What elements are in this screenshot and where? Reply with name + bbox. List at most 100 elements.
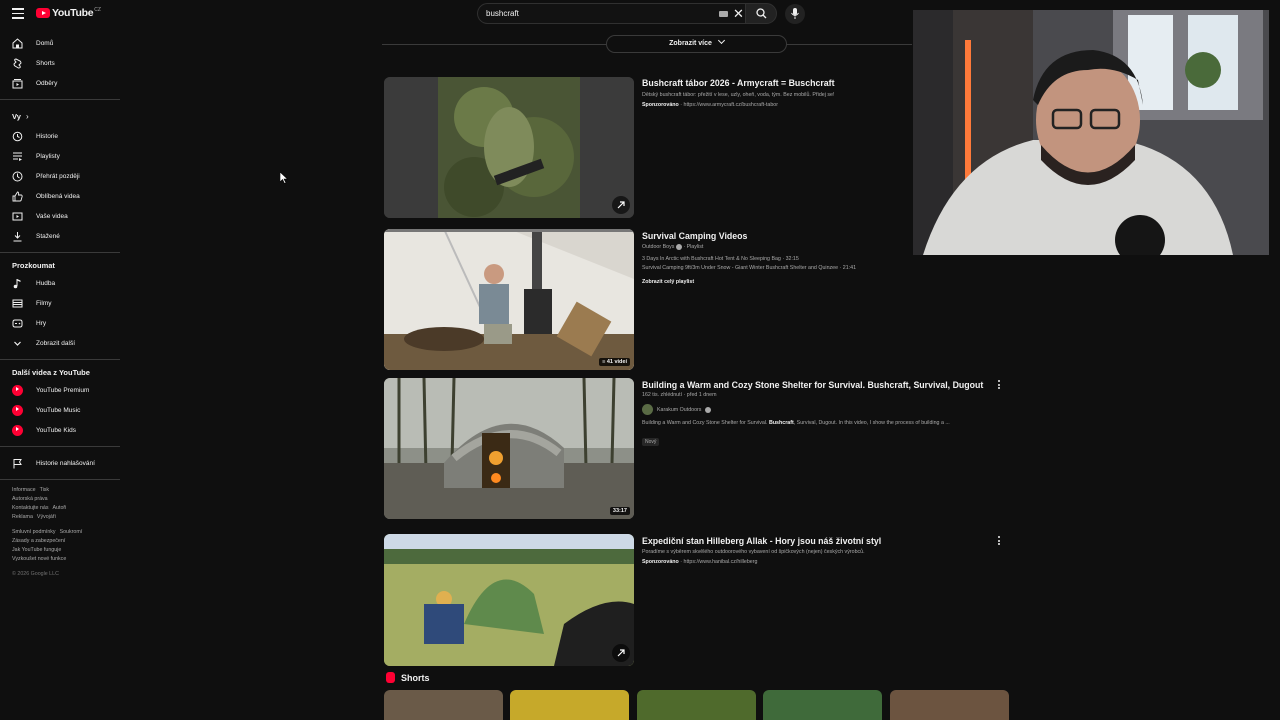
section-title: Další videa z YouTube — [12, 368, 90, 377]
footer-link[interactable]: Autorská práva — [12, 496, 48, 502]
result-info: Expediční stan Hilleberg Allak - Hory js… — [642, 534, 1002, 566]
divider — [0, 99, 120, 100]
sidebar-item-show-more[interactable]: Zobrazit další — [0, 333, 120, 353]
thumbnail[interactable] — [384, 534, 634, 666]
search-button[interactable] — [745, 3, 777, 24]
thumbs-up-icon — [12, 191, 23, 201]
video-result[interactable]: 33:17 Building a Warm and Cozy Stone She… — [384, 378, 1024, 519]
footer-link[interactable]: Tisk — [40, 487, 50, 493]
footer-link[interactable]: Vývojáři — [37, 514, 56, 520]
external-link-icon[interactable] — [612, 196, 630, 214]
search-input[interactable]: bushcraft ✕ — [477, 3, 745, 24]
sidebar-item-youtube-premium[interactable]: YouTube Premium — [0, 380, 120, 400]
youtube-logo[interactable]: YouTube CZ — [36, 7, 101, 19]
ad-url[interactable]: https://www.hanibal.cz/hilleberg — [684, 559, 758, 565]
short-thumbnail[interactable] — [763, 690, 882, 720]
sidebar-item-playlists[interactable]: Playlisty — [0, 146, 120, 166]
search-icon — [756, 8, 767, 19]
channel-avatar[interactable] — [642, 404, 653, 415]
footer-link[interactable]: Smluvní podmínky — [12, 529, 56, 535]
thumbnail-image — [384, 229, 634, 370]
sidebar-item-label: Zobrazit další — [36, 339, 76, 347]
ad-meta: Sponzorováno · https://www.hanibal.cz/hi… — [642, 559, 758, 565]
close-icon[interactable]: ✕ — [733, 7, 744, 20]
verified-icon — [704, 406, 711, 413]
short-thumbnail[interactable] — [890, 690, 1009, 720]
sidebar-item-watch-later[interactable]: Přehrát později — [0, 166, 120, 186]
external-link-icon[interactable] — [612, 644, 630, 662]
footer-link[interactable]: Reklama — [12, 514, 33, 520]
section-title: Prozkoumat — [12, 261, 55, 270]
sidebar-item-your-videos[interactable]: Vaše videa — [0, 206, 120, 226]
video-title[interactable]: Expediční stan Hilleberg Allak - Hory js… — [642, 535, 1002, 547]
show-more-button[interactable]: Zobrazit více — [606, 35, 787, 53]
sidebar-section-you[interactable]: Vy › — [0, 106, 120, 126]
sidebar-item-films[interactable]: Filmy — [0, 293, 120, 313]
voice-search-button[interactable] — [785, 4, 805, 24]
footer-link[interactable]: Zásady a zabezpečení — [12, 538, 65, 544]
divider — [0, 479, 120, 480]
playlist-item[interactable]: 3 Days In Arctic with Bushcraft Hot Tent… — [642, 255, 1002, 263]
short-thumbnail[interactable] — [510, 690, 629, 720]
home-icon — [12, 37, 23, 48]
footer-link[interactable]: Kontaktujte nás — [12, 505, 49, 511]
footer-link[interactable]: Autoři — [53, 505, 67, 511]
sidebar-item-liked-videos[interactable]: Oblíbená videa — [0, 186, 120, 206]
thumbnail-image — [384, 534, 634, 666]
sidebar-item-report-history[interactable]: Historie nahlašování — [0, 453, 120, 473]
download-icon — [13, 231, 22, 241]
thumbnail[interactable] — [384, 77, 634, 218]
duration-badge: 33:17 — [609, 507, 630, 515]
channel-name[interactable]: Karakum Outdoors — [657, 407, 701, 413]
shorts-icon — [386, 672, 395, 683]
sidebar-item-label: Vaše videa — [36, 212, 68, 220]
sidebar-item-label: Historie — [36, 132, 59, 140]
sidebar-item-youtube-kids[interactable]: YouTube Kids — [0, 420, 120, 440]
show-more-label: Zobrazit více — [669, 40, 712, 47]
youtube-premium-icon — [12, 384, 23, 396]
sidebar-item-label: Filmy — [36, 299, 52, 307]
ad-result[interactable]: Expediční stan Hilleberg Allak - Hory js… — [384, 534, 1024, 666]
sidebar-item-label: Historie nahlašování — [36, 459, 95, 467]
sidebar-item-games[interactable]: Hry — [0, 313, 120, 333]
youtube-kids-icon — [12, 424, 23, 436]
footer-link[interactable]: Informace — [12, 487, 36, 493]
short-thumbnail[interactable] — [637, 690, 756, 720]
footer-links: Informace Tisk Autorská práva Kontaktujte… — [0, 486, 120, 579]
sidebar-item-shorts[interactable]: Shorts — [0, 53, 120, 73]
channel-row[interactable]: Karakum Outdoors — [642, 404, 1002, 415]
divider — [0, 446, 120, 447]
divider — [0, 359, 120, 360]
playlist-item[interactable]: Survival Camping 9ft/3m Under Snow - Gia… — [642, 264, 1002, 272]
sidebar-item-home[interactable]: Domů — [0, 33, 120, 53]
short-thumbnail[interactable] — [384, 690, 503, 720]
sidebar-item-downloads[interactable]: Stažené — [0, 226, 120, 246]
channel-name[interactable]: Outdoor Boys — [642, 244, 674, 250]
sidebar-item-subscriptions[interactable]: Odběry — [0, 73, 120, 93]
more-options-icon[interactable] — [998, 536, 1001, 546]
sidebar-item-label: Stažené — [36, 232, 60, 240]
clock-icon — [12, 171, 23, 181]
sidebar-item-history[interactable]: Historie — [0, 126, 120, 146]
sidebar-item-label: Přehrát později — [36, 172, 80, 180]
footer-link[interactable]: Jak YouTube funguje — [12, 547, 61, 553]
footer-link[interactable]: Vyzkoušet nové funkce — [12, 556, 66, 562]
video-title[interactable]: Building a Warm and Cozy Stone Shelter f… — [642, 379, 1002, 391]
chevron-right-icon: › — [26, 111, 29, 121]
video-meta: 162 tis. zhlédnutí · před 1 dnem — [642, 392, 717, 398]
thumbnail[interactable]: 33:17 — [384, 378, 634, 519]
sidebar-item-label: Hry — [36, 319, 47, 327]
sidebar-item-label: YouTube Premium — [36, 386, 90, 394]
ad-url[interactable]: https://www.armycraft.cz/bushcraft-tabor — [684, 102, 779, 108]
video-description: Building a Warm and Cozy Stone Shelter f… — [642, 420, 950, 426]
copyright: © 2026 Google LLC — [12, 571, 59, 577]
thumbnail[interactable]: ≡ 41 videí — [384, 229, 634, 370]
menu-icon[interactable] — [12, 8, 24, 19]
sidebar-item-youtube-music[interactable]: YouTube Music — [0, 400, 120, 420]
more-options-icon[interactable] — [998, 380, 1001, 390]
footer-link[interactable]: Soukromí — [60, 529, 83, 535]
keyboard-icon[interactable] — [719, 11, 728, 17]
sidebar-item-music[interactable]: Hudba — [0, 273, 120, 293]
gamepad-icon — [12, 319, 23, 327]
view-full-playlist-link[interactable]: Zobrazit celý playlist — [642, 278, 1002, 286]
